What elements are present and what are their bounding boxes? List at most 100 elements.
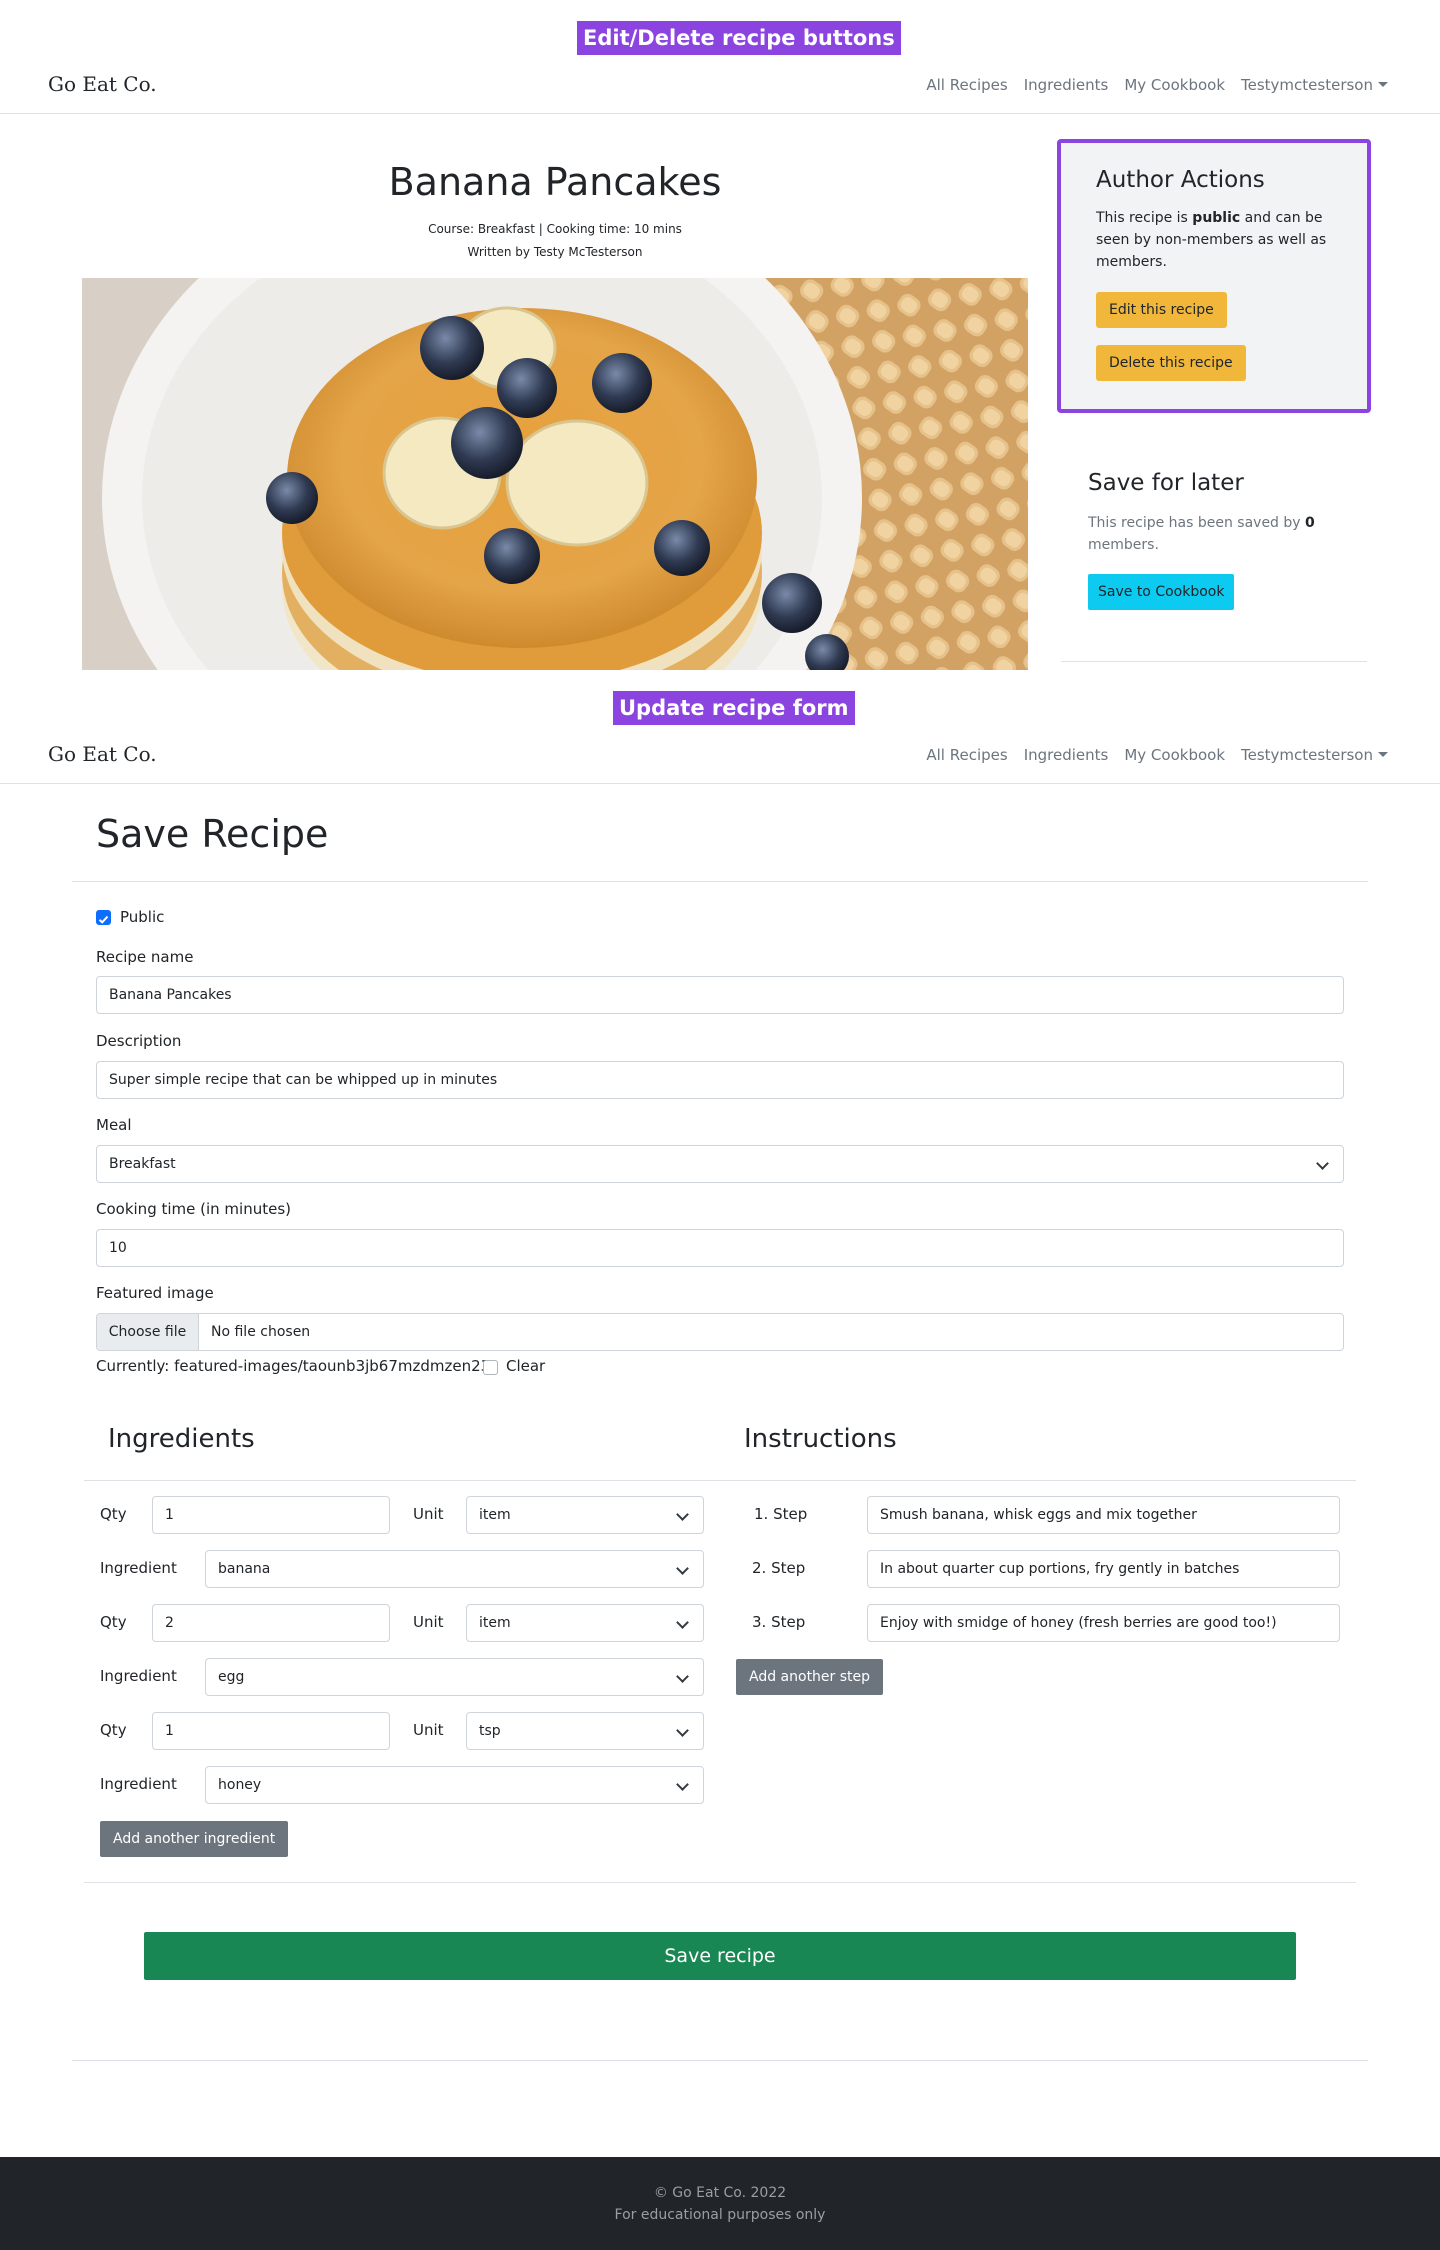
footer-note: For educational purposes only <box>614 2207 826 2223</box>
qty-input[interactable]: 1 <box>152 1712 390 1750</box>
ingredient-select-value: banana <box>218 1561 271 1577</box>
unit-label: Unit <box>413 1721 444 1739</box>
visibility-status: public <box>1192 210 1241 226</box>
chevron-down-icon <box>676 1724 689 1737</box>
ingredient-label: Ingredient <box>100 1559 177 1577</box>
nav-all-recipes[interactable]: All Recipes <box>926 746 1007 764</box>
footer-copyright: © Go Eat Co. 2022 <box>653 2185 787 2201</box>
add-ingredient-button[interactable]: Add another ingredient <box>100 1821 289 1857</box>
delete-recipe-button[interactable]: Delete this recipe <box>1096 345 1246 381</box>
featured-image-label: Featured image <box>96 1284 214 1302</box>
nav-links: All Recipes Ingredients My Cookbook Test… <box>926 746 1388 764</box>
brand-logo[interactable]: Go Eat Co. <box>48 72 157 96</box>
step-input[interactable]: Smush banana, whisk eggs and mix togethe… <box>867 1496 1340 1534</box>
unit-select[interactable]: item <box>466 1496 704 1534</box>
meal-select[interactable]: Breakfast <box>96 1145 1344 1183</box>
nav-links: All Recipes Ingredients My Cookbook Test… <box>926 76 1388 94</box>
nav-my-cookbook[interactable]: My Cookbook <box>1124 746 1225 764</box>
save-later-text: This recipe has been saved by 0 members. <box>1088 512 1338 556</box>
step-label: 1. Step <box>754 1505 808 1523</box>
unit-label: Unit <box>413 1505 444 1523</box>
footer: © Go Eat Co. 2022 For educational purpos… <box>0 2157 1440 2250</box>
saved-count: 0 <box>1305 515 1315 531</box>
navbar-top: Go Eat Co. All Recipes Ingredients My Co… <box>0 58 1440 114</box>
ingredient-select[interactable]: egg <box>205 1658 704 1696</box>
unit-select-value: item <box>479 1507 511 1523</box>
recipe-meta-course: Course: Breakfast | Cooking time: 10 min… <box>428 222 682 236</box>
save-recipe-button[interactable]: Save recipe <box>144 1932 1296 1980</box>
form-title: Save Recipe <box>96 812 329 856</box>
save-text-before: This recipe has been saved by <box>1088 515 1306 531</box>
meal-label: Meal <box>96 1116 132 1134</box>
unit-label: Unit <box>413 1613 444 1631</box>
unit-select-value: item <box>479 1615 511 1631</box>
page-divider <box>72 2060 1368 2061</box>
nav-my-cookbook[interactable]: My Cookbook <box>1124 76 1225 94</box>
nav-ingredients[interactable]: Ingredients <box>1024 76 1109 94</box>
add-step-button[interactable]: Add another step <box>736 1659 884 1695</box>
annotation-edit-delete: Edit/Delete recipe buttons <box>577 21 901 55</box>
brand-logo[interactable]: Go Eat Co. <box>48 742 157 766</box>
author-actions-panel: Author Actions This recipe is public and… <box>1057 139 1371 413</box>
author-actions-heading: Author Actions <box>1096 167 1265 193</box>
recipe-featured-image <box>82 278 1028 670</box>
file-status: No file chosen <box>211 1324 311 1340</box>
caret-down-icon <box>1378 82 1388 87</box>
description-input[interactable]: Super simple recipe that can be whipped … <box>96 1061 1344 1099</box>
featured-image-input[interactable]: Choose file No file chosen <box>96 1313 1344 1351</box>
cooking-time-input[interactable]: 10 <box>96 1229 1344 1267</box>
caret-down-icon <box>1378 752 1388 757</box>
form-title-divider <box>72 881 1368 882</box>
user-name: Testymctesterson <box>1241 746 1373 764</box>
qty-label: Qty <box>100 1721 127 1739</box>
clear-image-label: Clear <box>506 1357 546 1375</box>
ingredients-heading: Ingredients <box>108 1424 255 1454</box>
cooking-time-label: Cooking time (in minutes) <box>96 1200 291 1218</box>
check-icon <box>98 915 109 924</box>
nav-all-recipes[interactable]: All Recipes <box>926 76 1007 94</box>
recipe-name-label: Recipe name <box>96 948 194 966</box>
ingredient-select[interactable]: banana <box>205 1550 704 1588</box>
nav-ingredients[interactable]: Ingredients <box>1024 746 1109 764</box>
nav-user-menu[interactable]: Testymctesterson <box>1241 76 1388 94</box>
annotation-update-form: Update recipe form <box>613 691 855 725</box>
chevron-down-icon <box>676 1616 689 1629</box>
public-label: Public <box>120 908 165 926</box>
step-input[interactable]: Enjoy with smidge of honey (fresh berrie… <box>867 1604 1340 1642</box>
author-actions-text: This recipe is public and can be seen by… <box>1096 207 1346 273</box>
choose-file-button[interactable]: Choose file <box>97 1314 199 1350</box>
recipe-name-input[interactable]: Banana Pancakes <box>96 976 1344 1014</box>
chevron-down-icon <box>676 1508 689 1521</box>
unit-select[interactable]: item <box>466 1604 704 1642</box>
sidebar-divider <box>1061 661 1367 662</box>
bottom-divider <box>84 1882 1356 1883</box>
ingredient-select[interactable]: honey <box>205 1766 704 1804</box>
ingredient-select-value: egg <box>218 1669 245 1685</box>
edit-recipe-button[interactable]: Edit this recipe <box>1096 292 1227 328</box>
chevron-down-icon <box>1316 1157 1329 1170</box>
chevron-down-icon <box>676 1562 689 1575</box>
save-to-cookbook-button[interactable]: Save to Cookbook <box>1088 574 1235 610</box>
qty-input[interactable]: 1 <box>152 1496 390 1534</box>
save-text-after: members. <box>1088 537 1159 553</box>
ingredient-label: Ingredient <box>100 1667 177 1685</box>
user-name: Testymctesterson <box>1241 76 1373 94</box>
author-text-before: This recipe is <box>1096 210 1193 226</box>
clear-image-checkbox[interactable] <box>483 1360 498 1375</box>
recipe-title: Banana Pancakes <box>388 160 722 204</box>
step-label: 3. Step <box>752 1613 806 1631</box>
chevron-down-icon <box>676 1670 689 1683</box>
step-label: 2. Step <box>752 1559 806 1577</box>
qty-label: Qty <box>100 1505 127 1523</box>
chevron-down-icon <box>676 1778 689 1791</box>
ingredient-label: Ingredient <box>100 1775 177 1793</box>
unit-select[interactable]: tsp <box>466 1712 704 1750</box>
public-checkbox[interactable] <box>96 910 111 925</box>
save-later-heading: Save for later <box>1088 470 1244 496</box>
step-input[interactable]: In about quarter cup portions, fry gentl… <box>867 1550 1340 1588</box>
qty-label: Qty <box>100 1613 127 1631</box>
nav-user-menu[interactable]: Testymctesterson <box>1241 746 1388 764</box>
navbar-form: Go Eat Co. All Recipes Ingredients My Co… <box>0 728 1440 784</box>
recipe-meta-author: Written by Testy McTesterson <box>467 245 643 259</box>
qty-input[interactable]: 2 <box>152 1604 390 1642</box>
